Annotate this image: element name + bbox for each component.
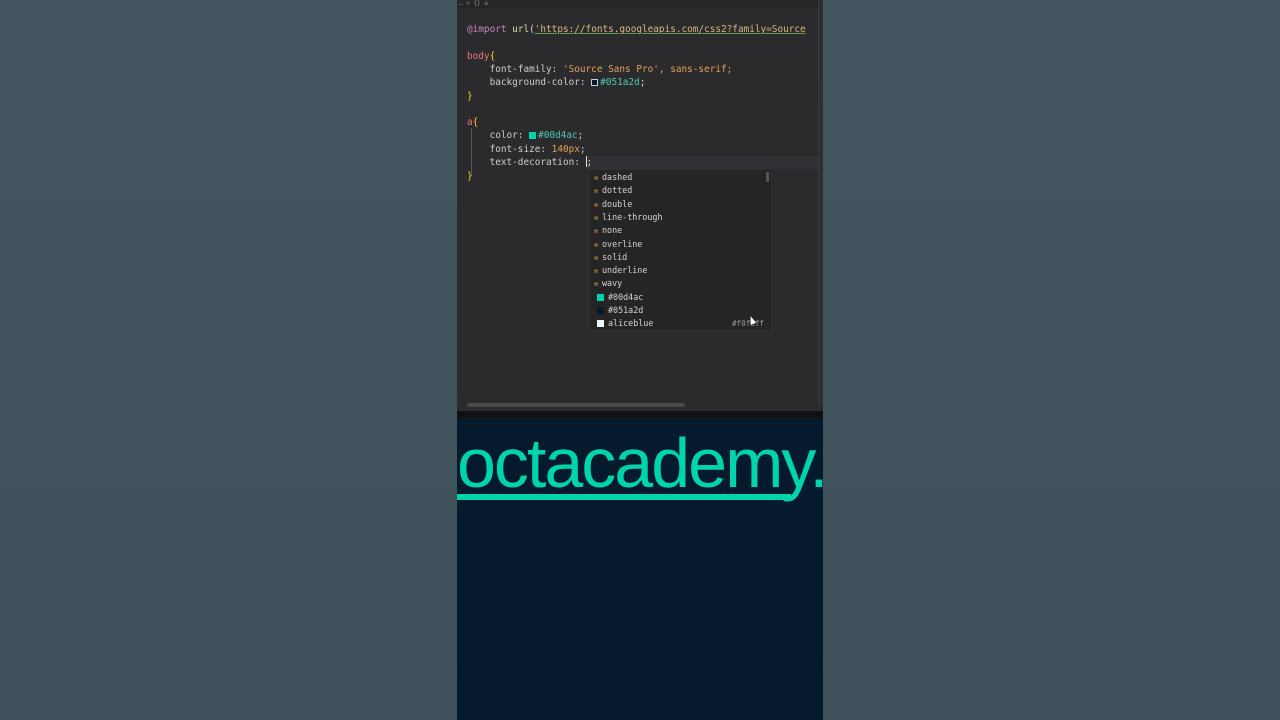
wrench-icon: ⚒ bbox=[594, 187, 599, 196]
semicolon: ; bbox=[639, 77, 646, 88]
code-line-a-selector[interactable]: a{ bbox=[467, 116, 478, 129]
background-color-value: #051a2d bbox=[600, 77, 640, 88]
import-keyword: @import bbox=[467, 24, 507, 35]
suggestion-item-color[interactable]: #051a2d bbox=[590, 304, 768, 317]
code-line-close-brace[interactable]: } bbox=[467, 170, 473, 183]
background-color-property: background-color: bbox=[467, 77, 592, 88]
wrench-icon: ⚒ bbox=[594, 253, 599, 262]
suggestion-label: underline bbox=[602, 265, 648, 276]
current-line-highlight bbox=[587, 156, 820, 169]
color-swatch-icon bbox=[597, 307, 604, 314]
editor-breadcrumb-bar: … > {} a bbox=[457, 0, 823, 8]
vertical-scrollbar[interactable] bbox=[818, 0, 823, 405]
color-value: #00d4ac bbox=[538, 130, 578, 141]
suggestion-label: aliceblue bbox=[608, 318, 654, 329]
font-family-property: font-family: bbox=[467, 64, 563, 75]
color-swatch-icon bbox=[597, 320, 604, 328]
code-line-color[interactable]: color: #00d4ac; bbox=[467, 129, 584, 142]
color-property: color: bbox=[467, 130, 530, 141]
code-line-close-brace[interactable]: } bbox=[467, 90, 473, 103]
code-line-text-decoration[interactable]: text-decoration: ; bbox=[467, 156, 592, 169]
link-underline bbox=[457, 494, 791, 500]
suggestion-item[interactable]: ⚒ line-through bbox=[590, 211, 768, 224]
wrench-icon: ⚒ bbox=[594, 227, 599, 236]
wrench-icon: ⚒ bbox=[594, 213, 599, 222]
text-decoration-property: text-decoration: bbox=[467, 157, 586, 168]
suggestion-label: solid bbox=[602, 251, 628, 262]
wrench-icon: ⚒ bbox=[594, 280, 599, 289]
suggestion-label: double bbox=[602, 198, 633, 209]
font-family-value: 'Source Sans Pro', sans-serif; bbox=[562, 64, 733, 75]
wrench-icon: ⚒ bbox=[594, 200, 599, 209]
semicolon: ; bbox=[579, 144, 586, 155]
video-background-right bbox=[823, 0, 1280, 720]
semicolon: ; bbox=[577, 130, 584, 141]
color-swatch-icon bbox=[597, 293, 604, 301]
suggestion-item[interactable]: ⚒ dashed bbox=[590, 171, 768, 184]
suggestion-item[interactable]: ⚒ double bbox=[590, 198, 768, 211]
code-editor[interactable]: … > {} a @import url('https://fonts.goog… bbox=[457, 0, 823, 411]
breadcrumb[interactable]: … > {} a bbox=[459, 0, 488, 8]
suggestion-item[interactable]: ⚒ dotted bbox=[590, 184, 768, 197]
code-line-background-color[interactable]: background-color: #051a2d; bbox=[467, 76, 646, 89]
open-brace: { bbox=[472, 117, 479, 128]
preview-pane: octacademy. bbox=[457, 418, 823, 720]
wrench-icon: ⚒ bbox=[594, 174, 599, 182]
semicolon: ; bbox=[586, 157, 593, 168]
close-brace: } bbox=[467, 91, 473, 102]
suggestion-item-color[interactable]: aliceblue #f0f8ff bbox=[590, 317, 768, 330]
suggestion-label: #051a2d bbox=[608, 305, 644, 315]
color-swatch[interactable] bbox=[591, 78, 599, 86]
horizontal-scrollbar[interactable] bbox=[467, 403, 685, 407]
code-line-font-family[interactable]: font-family: 'Source Sans Pro', sans-ser… bbox=[467, 63, 733, 76]
suggestion-label: line-through bbox=[602, 211, 663, 222]
suggestion-item[interactable]: ⚒ underline bbox=[590, 264, 768, 277]
suggestion-label: wavy bbox=[602, 278, 623, 289]
code-line-import[interactable]: @import url('https://fonts.googleapis.co… bbox=[467, 23, 806, 36]
suggestion-item[interactable]: ⚒ none bbox=[590, 224, 768, 237]
wrench-icon: ⚒ bbox=[594, 240, 599, 249]
font-size-value: 140px bbox=[551, 144, 580, 155]
suggestion-item[interactable]: ⚒ overline bbox=[590, 238, 768, 251]
suggestion-item[interactable]: ⚒ solid bbox=[590, 251, 768, 264]
import-url[interactable]: 'https://fonts.googleapis.com/css2?famil… bbox=[535, 24, 806, 35]
suggestion-label: none bbox=[602, 225, 623, 236]
close-brace: } bbox=[467, 171, 473, 182]
suggestion-item-color[interactable]: #00d4ac bbox=[590, 291, 768, 304]
suggestion-label: #00d4ac bbox=[608, 291, 644, 302]
url-function: url( bbox=[512, 24, 535, 35]
open-brace: { bbox=[489, 51, 496, 62]
code-line-body-selector[interactable]: body{ bbox=[467, 50, 495, 63]
body-selector: body bbox=[467, 51, 490, 62]
suggestion-label: overline bbox=[602, 238, 643, 249]
color-swatch[interactable] bbox=[529, 131, 537, 139]
panel-divider[interactable] bbox=[457, 411, 823, 418]
suggestion-label: dotted bbox=[602, 185, 633, 196]
font-size-property: font-size: bbox=[467, 144, 552, 155]
wrench-icon: ⚒ bbox=[594, 267, 599, 276]
autocomplete-dropdown[interactable]: ⚒ dashed ⚒ dotted ⚒ double ⚒ line-through ⚒ none ⚒… bbox=[589, 169, 772, 331]
code-line-font-size[interactable]: font-size: 140px; bbox=[467, 143, 586, 156]
video-background-left bbox=[0, 0, 457, 720]
suggestion-label: dashed bbox=[602, 172, 633, 182]
suggestion-item[interactable]: ⚒ wavy bbox=[590, 277, 768, 290]
